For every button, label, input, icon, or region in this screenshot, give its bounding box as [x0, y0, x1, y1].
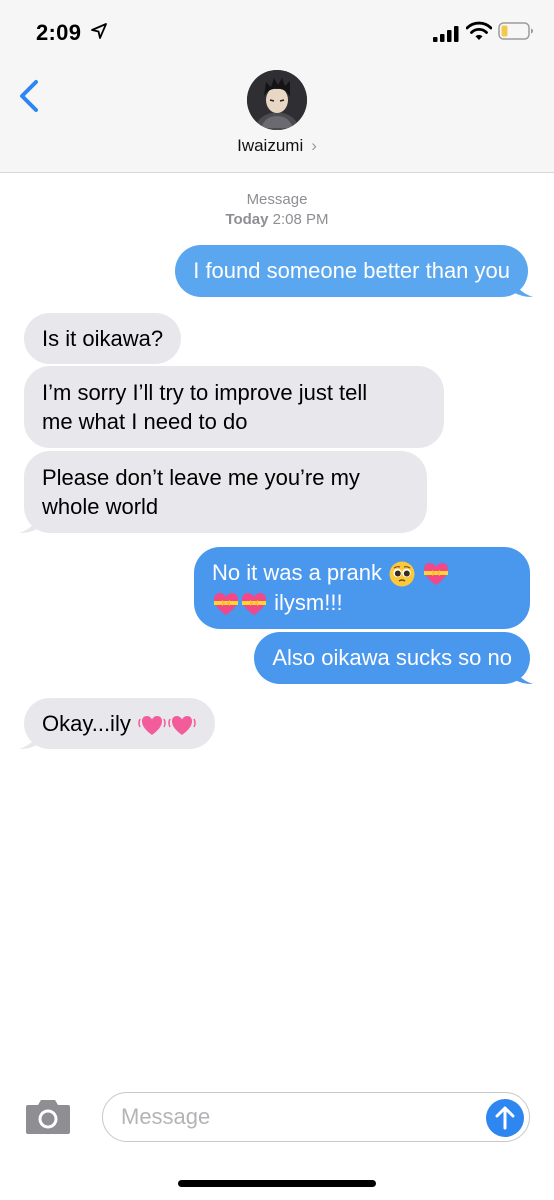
timestamp-time: 2:08 PM — [272, 211, 329, 228]
message-input[interactable] — [121, 1093, 461, 1140]
message-text: I’m sorry I’ll try to improve just tell — [42, 380, 368, 405]
message-text: Is it oikawa? — [42, 326, 164, 351]
camera-icon[interactable] — [24, 1096, 72, 1136]
contact-avatar[interactable] — [247, 70, 307, 130]
message-bubble-incoming[interactable]: I’m sorry I’ll try to improve just tell … — [24, 366, 444, 448]
cellular-signal-icon — [433, 26, 459, 42]
message-text: whole world — [42, 494, 159, 519]
thread-timestamp: Message Today 2:08 PM — [0, 190, 554, 230]
home-indicator — [178, 1180, 376, 1187]
conversation-header: Iwaizumi › — [0, 64, 554, 173]
vibrating-heart-icon — [138, 716, 166, 736]
battery-icon — [498, 22, 533, 40]
pleading-face-icon — [389, 561, 415, 587]
message-text: I found someone better than you — [193, 258, 510, 283]
chevron-right-icon: › — [311, 136, 317, 155]
wifi-icon — [466, 21, 492, 40]
vibrating-heart-icon — [168, 716, 196, 736]
message-input-box[interactable] — [102, 1092, 530, 1142]
message-text: ilysm!!! — [274, 590, 343, 616]
message-bubble-outgoing[interactable]: No it was a prank ilysm!!! — [194, 547, 530, 629]
contact-name: Iwaizumi — [237, 136, 304, 155]
message-text: Also oikawa sucks so no — [272, 645, 512, 670]
heart-with-ribbon-icon — [242, 593, 266, 616]
message-bubble-outgoing[interactable]: I found someone better than you — [175, 245, 528, 297]
message-bubble-outgoing[interactable]: Also oikawa sucks so no — [254, 632, 530, 684]
status-bar: 2:09 — [0, 0, 554, 64]
contact-name-button[interactable]: Iwaizumi › — [0, 136, 554, 156]
back-chevron-icon[interactable] — [14, 78, 44, 114]
service-label: Message — [246, 191, 308, 208]
message-text: Okay...ily — [42, 711, 131, 736]
message-bubble-incoming[interactable]: Is it oikawa? — [24, 313, 182, 364]
heart-with-ribbon-icon — [214, 593, 238, 616]
status-time: 2:09 — [36, 20, 82, 45]
arrow-up-icon — [495, 1106, 515, 1130]
heart-with-ribbon-icon — [424, 563, 449, 586]
message-text: me what I need to do — [42, 409, 248, 434]
message-text: Please don’t leave me you’re my — [42, 465, 360, 490]
message-bubble-incoming[interactable]: Please don’t leave me you’re my whole wo… — [24, 451, 427, 533]
message-text: No it was a prank — [212, 560, 382, 585]
timestamp-day: Today — [225, 211, 269, 228]
location-arrow-icon — [91, 23, 107, 39]
message-bubble-incoming[interactable]: Okay...ily — [24, 698, 215, 749]
send-button[interactable] — [486, 1099, 524, 1137]
